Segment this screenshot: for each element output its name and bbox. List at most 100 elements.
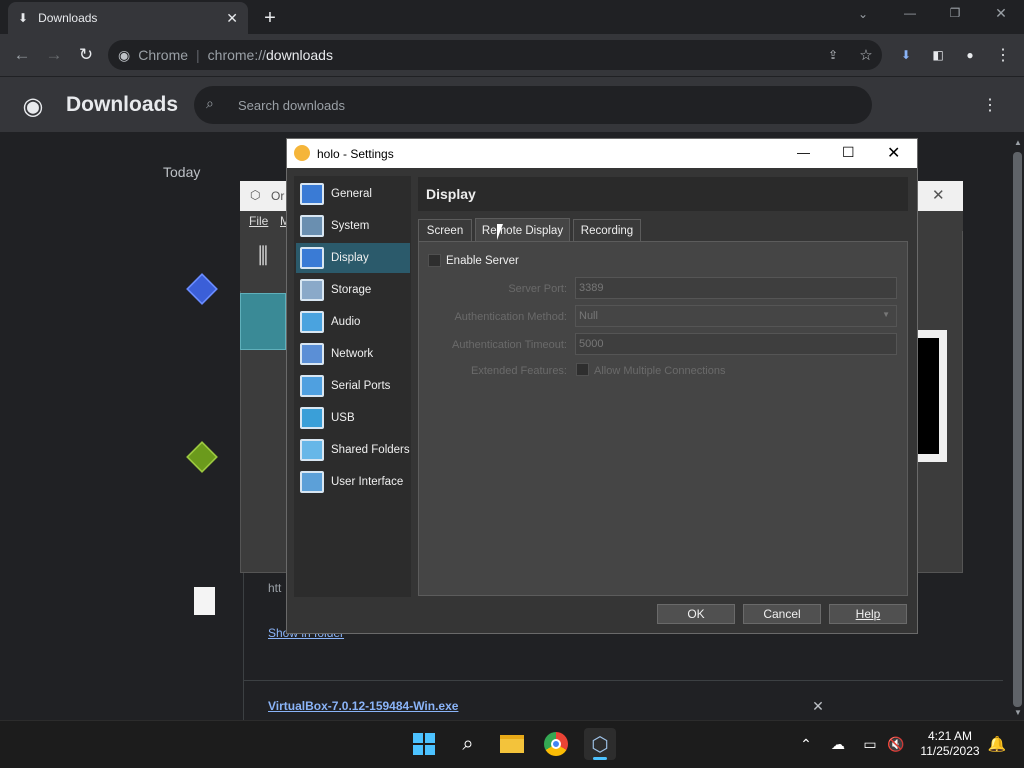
file-explorer-icon[interactable] bbox=[496, 728, 528, 760]
audio-icon bbox=[300, 311, 324, 333]
sidebar-item-label: System bbox=[331, 220, 370, 232]
auth-timeout-label: Authentication Timeout: bbox=[452, 339, 567, 351]
scrollbar-thumb[interactable] bbox=[1013, 152, 1022, 707]
sidebar-item-label: Audio bbox=[331, 316, 361, 328]
dialog-maximize-icon[interactable]: ☐ bbox=[842, 144, 855, 161]
allow-multiple-checkbox[interactable] bbox=[576, 363, 589, 376]
tab-remote-display[interactable]: Remote Display bbox=[475, 218, 570, 242]
help-button[interactable]: Help bbox=[829, 604, 907, 624]
sidebar-item-label: USB bbox=[331, 412, 355, 424]
dialog-close-icon[interactable]: ✕ bbox=[887, 143, 900, 163]
file-name-link[interactable]: VirtualBox-7.0.12-159484-Win.exe bbox=[268, 699, 458, 713]
auth-method-value: Null bbox=[579, 310, 598, 322]
storage-icon bbox=[300, 279, 324, 301]
chrome-taskbar-icon[interactable] bbox=[540, 728, 572, 760]
reload-icon[interactable]: ↻ bbox=[75, 44, 97, 66]
dialog-minimize-icon[interactable]: — bbox=[797, 145, 810, 160]
share-icon[interactable]: ⇪ bbox=[823, 45, 843, 65]
auth-method-select[interactable]: Null ▼ bbox=[575, 305, 897, 327]
sidebar-item-label: Storage bbox=[331, 284, 372, 296]
tab-screen[interactable]: Screen bbox=[418, 219, 472, 242]
close-window-icon[interactable]: ✕ bbox=[990, 4, 1012, 22]
tools-icon[interactable]: ⫼ bbox=[240, 231, 285, 291]
address-bar[interactable]: ◉ Chrome | chrome://downloads bbox=[108, 40, 882, 70]
shared-folders-icon bbox=[300, 439, 324, 461]
clock[interactable]: 4:21 AM 11/25/2023 bbox=[917, 729, 983, 759]
vbm-close-icon[interactable]: ✕ bbox=[932, 186, 945, 204]
omnibox-path: downloads bbox=[266, 47, 333, 63]
list-divider bbox=[243, 680, 1003, 681]
notification-bell-icon[interactable]: 🔔 bbox=[985, 728, 1009, 760]
user-interface-icon bbox=[300, 471, 324, 493]
sidebar-item-label: Serial Ports bbox=[331, 380, 391, 392]
close-tab-icon[interactable]: ✕ bbox=[226, 10, 238, 27]
active-app-indicator bbox=[593, 757, 607, 760]
menu-file[interactable]: File bbox=[249, 214, 268, 228]
restore-icon[interactable]: ❐ bbox=[945, 4, 965, 22]
virtualbox-taskbar-icon[interactable]: ⬡ bbox=[584, 728, 616, 760]
scroll-up-icon[interactable]: ▲ bbox=[1012, 136, 1024, 148]
page-title: Downloads bbox=[66, 93, 179, 116]
forward-icon[interactable]: → bbox=[43, 44, 65, 66]
back-icon[interactable]: ← bbox=[11, 44, 33, 66]
profile-icon[interactable]: ● bbox=[960, 45, 980, 65]
tab-downloads[interactable]: ⬇ Downloads ✕ bbox=[8, 2, 248, 34]
search-input[interactable]: ⌕ Search downloads bbox=[194, 86, 872, 124]
chrome-menu-icon[interactable]: ⋮ bbox=[993, 45, 1013, 65]
chrome-logo-icon: ◉ bbox=[118, 46, 131, 63]
ok-button[interactable]: OK bbox=[657, 604, 735, 624]
remove-download-icon[interactable]: ✕ bbox=[810, 698, 826, 714]
chevron-up-icon[interactable]: ⌃ bbox=[794, 728, 818, 760]
sidebar-item-label: User Interface bbox=[331, 476, 404, 488]
minimize-icon[interactable]: — bbox=[900, 4, 920, 22]
server-port-label: Server Port: bbox=[508, 283, 567, 295]
download-icon: ⬇ bbox=[18, 11, 29, 25]
sidebar-item-label: Network bbox=[331, 348, 374, 360]
omnibox-site: Chrome bbox=[138, 47, 189, 63]
date-group-label: Today bbox=[163, 164, 201, 180]
volume-icon[interactable]: 🔇 bbox=[884, 728, 908, 760]
vm-preview-screen bbox=[917, 338, 939, 454]
network-status-icon[interactable]: ▭ bbox=[858, 728, 882, 760]
auth-method-label: Authentication Method: bbox=[454, 311, 567, 323]
section-title: Display bbox=[418, 177, 908, 211]
network-icon bbox=[300, 343, 324, 365]
more-actions-icon[interactable]: ⋮ bbox=[980, 94, 1000, 116]
downloads-icon[interactable]: ⬇ bbox=[896, 45, 916, 65]
windows-logo-icon bbox=[413, 733, 435, 755]
omnibox-scheme: chrome:// bbox=[207, 47, 267, 63]
dialog-title: holo - Settings bbox=[317, 146, 394, 161]
vbm-title: Or bbox=[271, 189, 285, 203]
allow-multiple-label: Allow Multiple Connections bbox=[594, 365, 726, 377]
omnibox-separator: | bbox=[196, 47, 200, 63]
virtualbox-cube-icon bbox=[186, 273, 218, 305]
sidebar-item-label: Shared Folders bbox=[331, 444, 410, 456]
settings-titlebar: holo - Settings — ☐ ✕ bbox=[287, 139, 917, 168]
vm-list-item-selected[interactable] bbox=[240, 293, 286, 350]
auth-timeout-field[interactable]: 5000 bbox=[575, 333, 897, 355]
enable-server-label: Enable Server bbox=[446, 255, 519, 267]
onedrive-icon[interactable]: ☁ bbox=[826, 728, 850, 760]
tab-search-icon[interactable]: ⌄ bbox=[852, 6, 874, 22]
new-tab-button[interactable]: + bbox=[258, 7, 282, 29]
extended-features-label: Extended Features: bbox=[470, 365, 567, 377]
system-icon bbox=[300, 215, 324, 237]
scroll-down-icon[interactable]: ▼ bbox=[1012, 706, 1024, 718]
virtualbox-logo-icon: ⬡ bbox=[250, 188, 261, 202]
mouse-cursor bbox=[497, 224, 503, 240]
tab-recording[interactable]: Recording bbox=[573, 219, 641, 242]
side-panel-icon[interactable]: ◧ bbox=[928, 45, 948, 65]
clock-time: 4:21 AM bbox=[927, 729, 973, 743]
sidebar-item-label: General bbox=[331, 188, 372, 200]
cancel-button[interactable]: Cancel bbox=[743, 604, 821, 624]
serial-ports-icon bbox=[300, 375, 324, 397]
enable-server-checkbox[interactable] bbox=[428, 254, 441, 267]
taskbar-search-icon[interactable]: ⌕ bbox=[452, 728, 484, 760]
display-icon bbox=[300, 247, 324, 269]
search-icon: ⌕ bbox=[206, 95, 214, 111]
start-button[interactable] bbox=[408, 728, 440, 760]
download-url: htt bbox=[268, 581, 282, 595]
dialog-logo-icon bbox=[294, 145, 310, 161]
server-port-field[interactable]: 3389 bbox=[575, 277, 897, 299]
bookmark-star-icon[interactable]: ☆ bbox=[856, 45, 876, 65]
